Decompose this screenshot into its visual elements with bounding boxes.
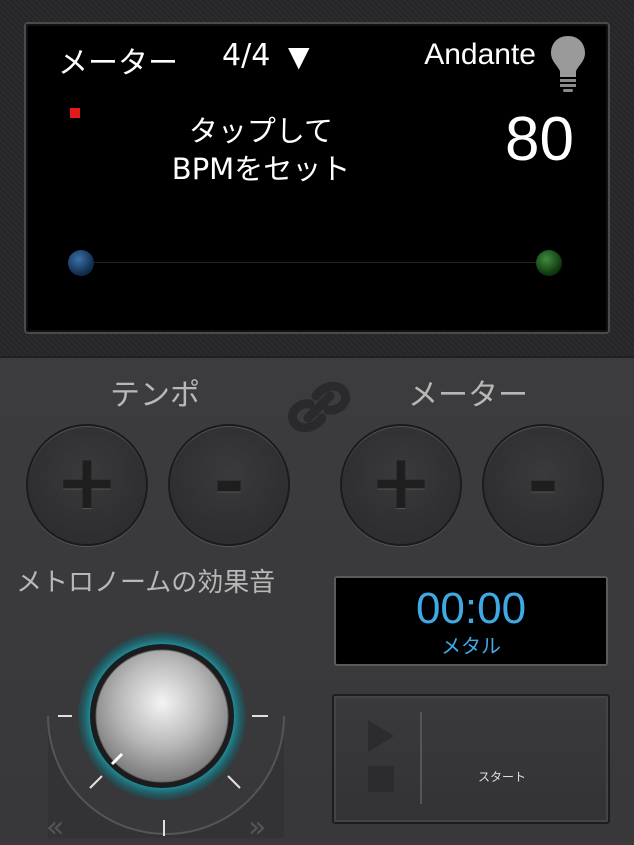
tempo-increase-button[interactable]: + [26, 424, 148, 546]
meter-section-label: メーター [408, 378, 528, 413]
tempo-marking: Andante [424, 38, 536, 71]
pendulum-start-dot [68, 250, 94, 276]
tap-bpm-area[interactable]: タップして BPMをセット [146, 112, 376, 188]
tempo-decrease-button[interactable]: - [168, 424, 290, 546]
practice-timer: 00:00 メタル [334, 576, 608, 666]
tempo-section-label: テンポ [110, 378, 200, 413]
tap-line-2: BPMをセット [171, 152, 351, 186]
sound-dial[interactable]: « » [46, 624, 286, 845]
meter-decrease-button[interactable]: - [482, 424, 604, 546]
dial-right-arrow[interactable]: » [248, 810, 266, 845]
start-button[interactable]: スタート [332, 694, 610, 824]
timer-time: 00:00 [415, 584, 527, 633]
bpm-value: 80 [505, 105, 574, 174]
start-label: スタート [478, 770, 527, 784]
meter-increase-button[interactable]: + [340, 424, 462, 546]
sound-effect-label: メトロノームの効果音 [16, 568, 276, 598]
tap-line-1: タップして [188, 114, 334, 148]
light-bulb-icon[interactable] [548, 34, 588, 94]
beat-indicator [70, 108, 80, 118]
display-bezel: メーター 4/4 ▼ Andante タップして BPMをセット 80 [0, 0, 634, 356]
dial-graphic [47, 632, 285, 838]
meter-value[interactable]: 4/4 [222, 38, 270, 73]
stop-icon [368, 766, 394, 792]
beat-track [82, 262, 548, 263]
timer-medal-label: メタル [441, 634, 501, 658]
start-divider [420, 712, 422, 804]
display-screen: メーター 4/4 ▼ Andante タップして BPMをセット 80 [24, 22, 610, 334]
link-icon[interactable] [286, 374, 352, 440]
dial-left-arrow[interactable]: « [46, 810, 64, 845]
meter-dropdown-icon[interactable]: ▼ [288, 40, 310, 73]
play-icon [368, 720, 394, 752]
pendulum-end-dot [536, 250, 562, 276]
meter-label: メーター [58, 46, 178, 81]
